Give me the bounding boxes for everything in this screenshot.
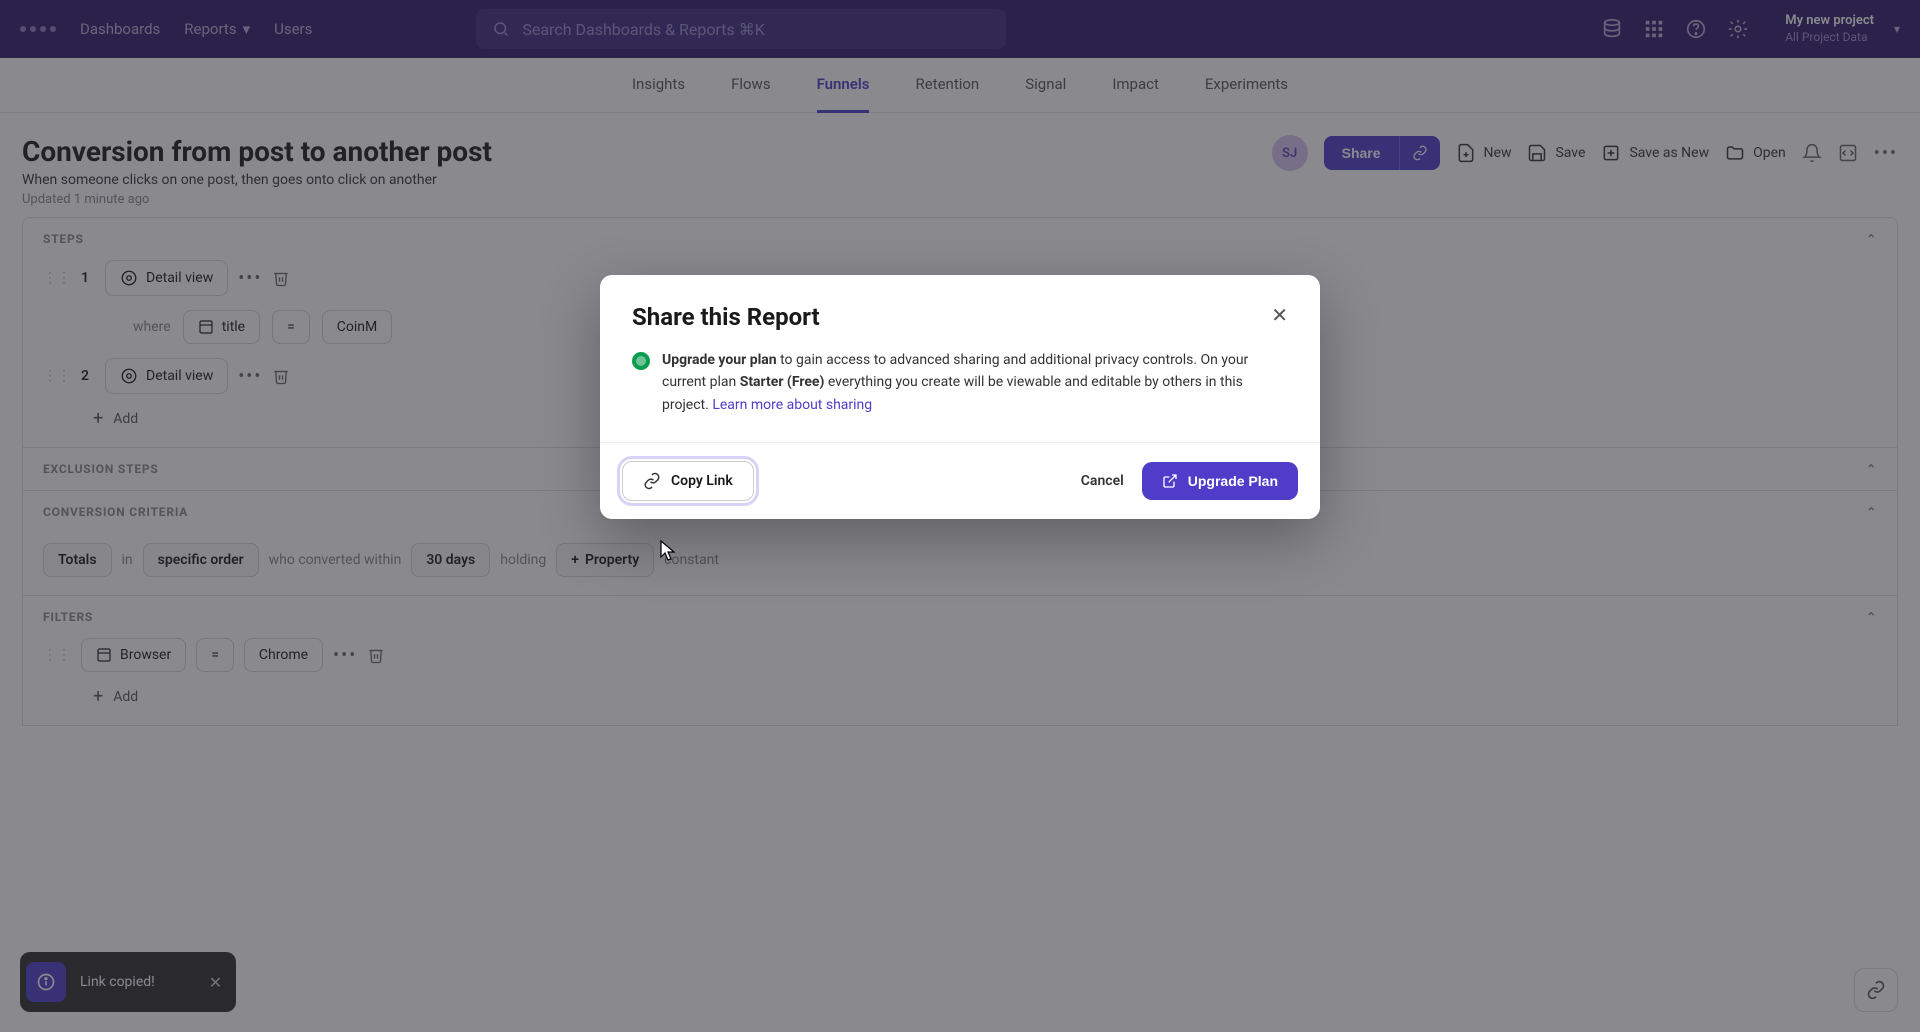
upgrade-notice: Upgrade your plan to gain access to adva… — [632, 349, 1288, 416]
modal-title: Share this Report — [632, 303, 820, 331]
upgrade-icon — [632, 352, 650, 370]
cancel-button[interactable]: Cancel — [1063, 463, 1142, 499]
share-modal: Share this Report ✕ Upgrade your plan to… — [600, 275, 1320, 519]
close-icon[interactable]: ✕ — [1271, 303, 1288, 331]
copy-link-button[interactable]: Copy Link — [622, 461, 754, 501]
upgrade-plan-button[interactable]: Upgrade Plan — [1142, 462, 1298, 500]
learn-more-link[interactable]: Learn more about sharing — [712, 397, 872, 413]
